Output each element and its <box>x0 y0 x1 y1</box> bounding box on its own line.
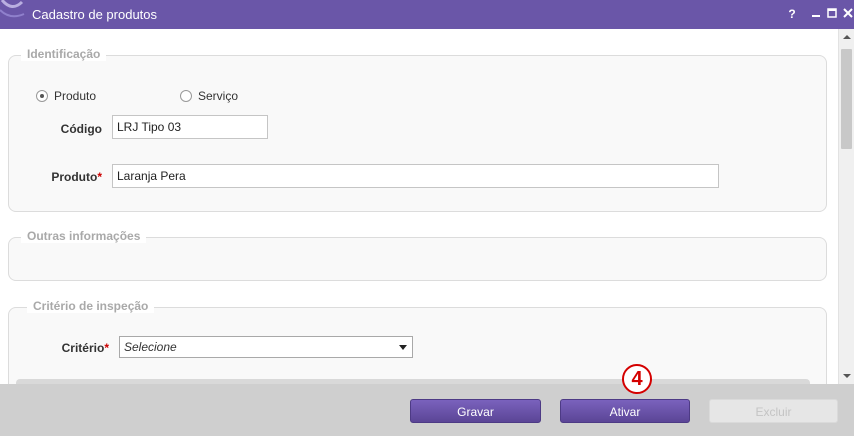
criterio-select-value: Selecione <box>124 340 177 354</box>
close-icon <box>843 8 853 18</box>
inspection-criteria-group: Critério de inspeção Critério* Selecione <box>8 299 827 384</box>
chevron-down-icon <box>399 345 407 350</box>
radio-produto[interactable]: Produto <box>36 89 96 103</box>
form-content: Identificação Produto Serviço Código LRJ… <box>0 29 838 384</box>
scroll-down-icon[interactable] <box>839 368 854 384</box>
codigo-field[interactable]: LRJ Tipo 03 <box>112 115 268 139</box>
step-callout: 4 <box>622 364 652 394</box>
scroll-up-icon[interactable] <box>839 29 854 45</box>
window-title: Cadastro de produtos <box>32 7 158 22</box>
produto-label: Produto* <box>39 170 102 184</box>
minimize-icon <box>812 15 820 17</box>
inspection-criteria-legend: Critério de inspeção <box>27 299 155 313</box>
required-mark: * <box>104 341 109 355</box>
produto-label-text: Produto <box>51 170 98 184</box>
criterio-label-text: Critério <box>61 341 105 355</box>
gravar-button[interactable]: Gravar <box>410 399 541 423</box>
close-button[interactable] <box>840 5 854 23</box>
maximize-icon <box>827 8 837 18</box>
scroll-thumb[interactable] <box>841 49 852 149</box>
ativar-button[interactable]: Ativar <box>560 399 690 423</box>
title-bar: Cadastro de produtos ? <box>0 0 854 29</box>
radio-servico[interactable]: Serviço <box>180 89 238 103</box>
product-registration-window: Cadastro de produtos ? Identificação Pro… <box>0 0 854 436</box>
other-info-group: Outras informações <box>8 229 827 281</box>
radio-servico-label: Serviço <box>198 89 239 103</box>
radio-produto-label: Produto <box>54 89 97 103</box>
footer-bar: Gravar Ativar Excluir <box>0 384 854 436</box>
identification-group: Identificação Produto Serviço Código LRJ… <box>8 47 827 212</box>
help-button[interactable]: ? <box>784 5 800 23</box>
criterio-label: Critério* <box>39 341 109 355</box>
app-logo-icon <box>0 0 26 29</box>
maximize-button[interactable] <box>824 5 840 23</box>
vertical-scrollbar[interactable] <box>838 29 854 384</box>
excluir-button: Excluir <box>709 399 838 423</box>
other-info-legend: Outras informações <box>21 229 147 243</box>
criterio-select[interactable]: Selecione <box>119 336 413 358</box>
codigo-label: Código <box>60 122 102 136</box>
required-mark: * <box>97 170 102 184</box>
radio-icon[interactable] <box>36 90 48 102</box>
minimize-button[interactable] <box>808 5 824 23</box>
identification-legend: Identificação <box>21 47 107 61</box>
produto-field[interactable]: Laranja Pera <box>112 164 719 188</box>
radio-icon[interactable] <box>180 90 192 102</box>
